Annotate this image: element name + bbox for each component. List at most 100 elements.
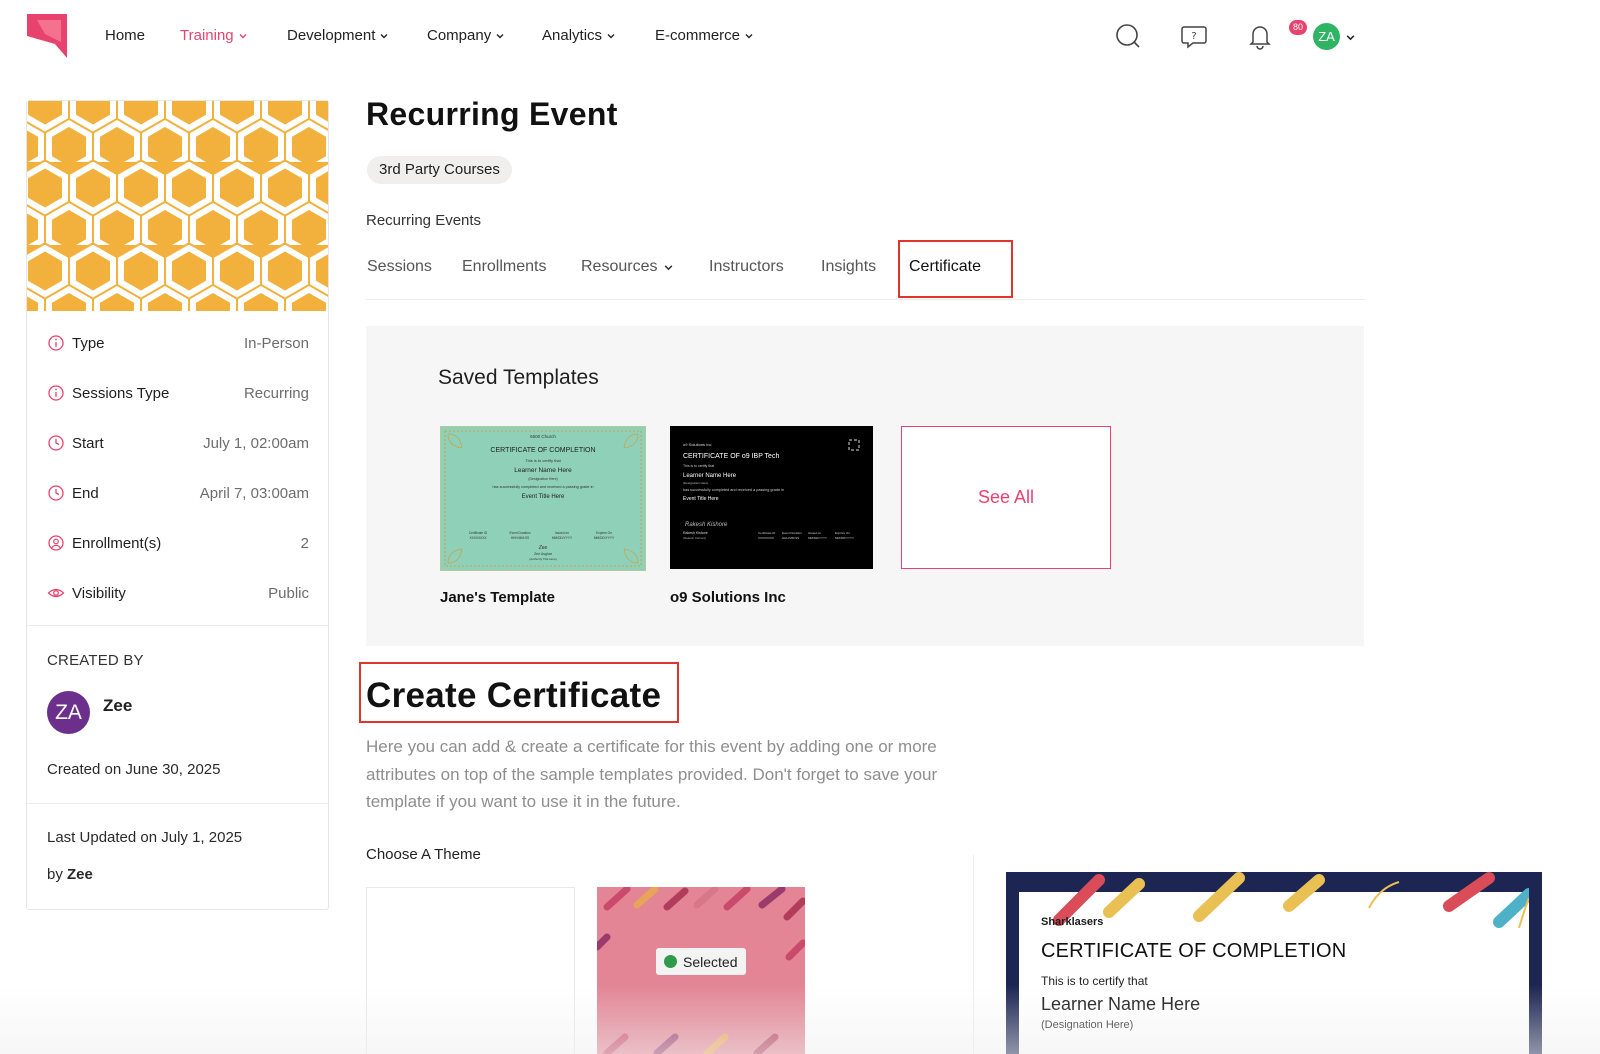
nav-development[interactable]: Development [287, 27, 389, 44]
tpl-field-label: Certificate ID [469, 531, 488, 535]
tpl-completed: has successfully completed and received … [683, 488, 784, 492]
selected-label: Selected [683, 953, 738, 970]
template-name[interactable]: o9 Solutions Inc [670, 589, 786, 606]
tpl-field-label: Certificate ID [758, 531, 776, 535]
tpl-field-value: MM/DD/YYYY [808, 536, 827, 540]
create-certificate-highlight [359, 662, 679, 723]
divider [27, 625, 328, 626]
tab-sessions[interactable]: Sessions [367, 258, 432, 276]
detail-label: End [72, 484, 99, 502]
tpl-event: Event Title Here [683, 496, 719, 502]
notification-badge: 80 [1289, 20, 1307, 35]
check-circle-icon [664, 955, 677, 968]
chevron-down-icon [607, 33, 615, 38]
tab-instructors[interactable]: Instructors [709, 258, 784, 276]
create-certificate-description: Here you can add & create a certificate … [366, 737, 938, 811]
detail-row-sessions-type: Sessions Type Recurring [47, 381, 309, 405]
tpl-field-label: Event Duration [509, 531, 530, 535]
created-by-heading: CREATED BY [47, 652, 144, 669]
certificate-preview: Sharklasers CERTIFICATE OF COMPLETION Th… [1006, 872, 1542, 1054]
tpl-learner: Learner Name Here [514, 467, 572, 474]
tpl-signer-role: (Rakesh Kishore) [683, 536, 706, 540]
info-icon [48, 335, 64, 351]
chevron-down-icon [665, 264, 673, 270]
detail-value: 2 [300, 534, 309, 552]
template-thumbnail-o9[interactable]: o9 Solutions Inc CERTIFICATE OF o9 IBP T… [670, 426, 873, 569]
theme-option-confetti[interactable]: Selected [597, 887, 805, 1054]
tpl-certify: This is to certify that [525, 458, 561, 463]
search-icon[interactable] [1114, 22, 1142, 50]
tpl-field-value: MM/DD/YYYY [552, 536, 573, 540]
tpl-field-label: Expires On [835, 531, 850, 535]
detail-label: Visibility [72, 584, 126, 602]
tpl-signature: Rakesh Kishore [685, 522, 728, 528]
tab-resources[interactable]: Resources [581, 258, 674, 276]
tpl-field-label: Issued on [555, 531, 569, 535]
tab-label: Enrollments [462, 258, 547, 275]
clock-icon [48, 485, 64, 501]
divider [973, 855, 974, 1054]
tab-insights[interactable]: Insights [821, 258, 876, 276]
nav-analytics[interactable]: Analytics [542, 27, 616, 44]
nav-ecommerce-label: E-commerce [655, 27, 741, 44]
tpl-field-value: XXXXXXXX [758, 536, 774, 540]
preview-designation: (Designation Here) [1041, 1019, 1134, 1031]
user-avatar[interactable]: ZA [1313, 23, 1340, 50]
template-name[interactable]: Jane's Template [440, 589, 555, 606]
choose-theme-label: Choose A Theme [366, 846, 481, 863]
tpl-learner: Learner Name Here [683, 473, 737, 479]
created-on-date: Created on June 30, 2025 [47, 761, 221, 778]
app-logo[interactable] [27, 14, 69, 58]
tpl-completed: has successfully completed and received … [492, 485, 593, 489]
chevron-down-icon [239, 33, 247, 38]
detail-label: Sessions Type [72, 384, 170, 402]
detail-label: Enrollment(s) [72, 534, 162, 552]
eye-icon [47, 588, 65, 598]
detail-label: Type [72, 334, 105, 352]
creator-avatar: ZA [47, 691, 90, 734]
template-thumbnail-janes[interactable]: 6500 Church CERTIFICATE OF COMPLETION Th… [439, 425, 647, 572]
tpl-certify: This is to certify that [683, 464, 714, 468]
certificate-thumbnail: o9 Solutions Inc CERTIFICATE OF o9 IBP T… [670, 426, 873, 569]
top-navigation: Home Training Development Company Analyt… [0, 0, 1600, 72]
help-chat-icon[interactable]: ? [1180, 22, 1208, 50]
divider [27, 803, 328, 804]
nav-training-label: Training [180, 27, 234, 44]
tpl-field-value: XXXXXXXX [469, 536, 487, 540]
last-updated-date: Last Updated on July 1, 2025 [47, 829, 243, 846]
creator-name: Zee [103, 696, 133, 715]
see-all-templates-button[interactable]: See All [901, 426, 1111, 569]
theme-option-blank[interactable] [366, 887, 575, 1054]
updated-by-name: Zee [67, 866, 93, 883]
tpl-designation: (Designation Here) [528, 477, 557, 481]
detail-value: April 7, 03:00am [199, 484, 309, 502]
nav-company[interactable]: Company [427, 27, 505, 44]
last-updated-by: by Zee [47, 866, 93, 883]
saved-templates-heading: Saved Templates [438, 366, 599, 389]
nav-home[interactable]: Home [105, 27, 145, 44]
nav-training[interactable]: Training [180, 27, 248, 44]
preview-learner-name: Learner Name Here [1041, 994, 1201, 1014]
certificate-thumbnail: 6500 Church CERTIFICATE OF COMPLETION Th… [439, 425, 647, 572]
nav-ecommerce[interactable]: E-commerce [655, 27, 754, 44]
detail-value: July 1, 02:00am [203, 434, 309, 452]
tab-label: Insights [821, 258, 877, 275]
tab-label: Sessions [367, 258, 432, 275]
chevron-down-icon [380, 33, 388, 38]
clock-icon [48, 435, 64, 451]
tpl-field-value: MM/DD/YYYY [835, 536, 854, 540]
subcategory-label: Recurring Events [366, 212, 482, 229]
event-details-card: Type In-Person Sessions Type Recurring S… [26, 100, 329, 910]
tpl-event: Event Title Here [522, 494, 565, 500]
tpl-field-label: Issued on [808, 531, 821, 535]
tpl-field-label: Expires On [596, 531, 612, 535]
tpl-field-label: Event Duration [782, 531, 802, 535]
nav-company-label: Company [427, 27, 492, 44]
event-cover-image [27, 101, 328, 311]
bell-icon[interactable] [1246, 22, 1274, 50]
tab-enrollments[interactable]: Enrollments [462, 258, 546, 276]
chevron-down-icon[interactable] [1345, 32, 1356, 43]
nav-home-label: Home [105, 27, 146, 44]
category-chip: 3rd Party Courses [367, 156, 512, 184]
tpl-field-value: MM/DD/YYYY [594, 536, 615, 540]
